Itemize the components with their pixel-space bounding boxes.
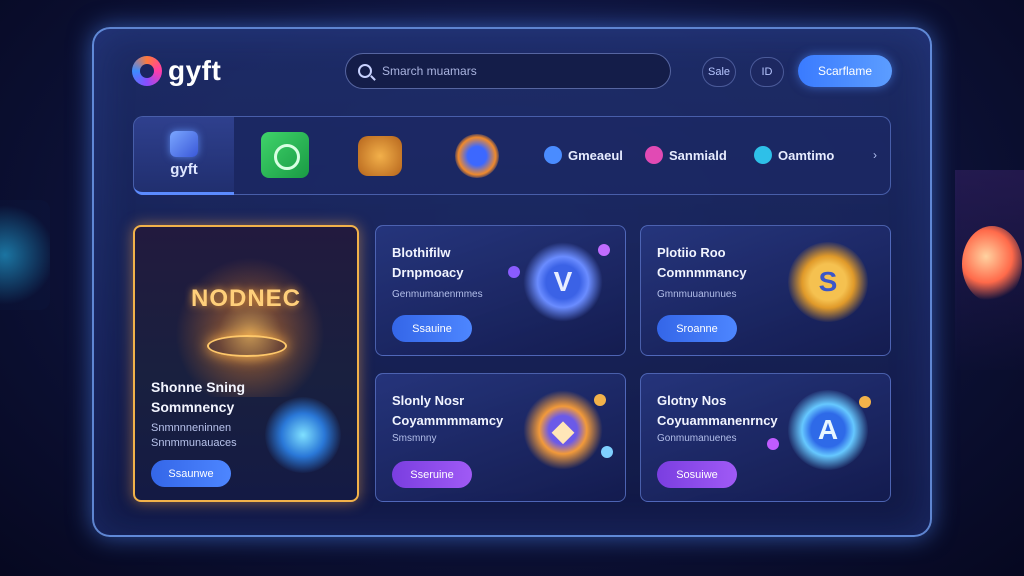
gift-card-2[interactable]: Plotiio Roo Comnmmancy Gmnmuuanunues Sro… (640, 225, 891, 356)
brand-dot-icon (754, 146, 772, 164)
brand-tab-label: gyft (170, 161, 198, 178)
brand-logo-blue[interactable] (455, 134, 499, 178)
logo-text: gyft (168, 55, 222, 86)
brand-item-label: Sanmiald (669, 147, 727, 163)
chevron-right-icon[interactable]: › (873, 148, 877, 162)
featured-button[interactable]: Ssaunwe (151, 460, 231, 487)
card-title-line: Comnmmancy (657, 265, 747, 280)
sparkle-icon (601, 446, 613, 458)
card-title: Plotiio Roo Comnmmancy (657, 243, 747, 283)
search-icon (358, 64, 372, 78)
brand-item-label: Oamtimo (778, 147, 835, 163)
gift-icon (170, 131, 198, 157)
card-title-line: Plotiio Roo (657, 245, 726, 260)
featured-sub-line: Snmnnneninnen (151, 422, 232, 434)
card-emblem-icon: A (788, 390, 868, 470)
card-subtitle: Smsmnny (392, 433, 437, 444)
background-orb (962, 226, 1022, 302)
gift-card-4[interactable]: Glotny Nos Coyuammanenrncy Gonmumanuenes… (640, 373, 891, 502)
search-input[interactable] (382, 64, 642, 78)
brand-item-1[interactable]: Gmeaeul (544, 146, 623, 164)
card-title-line: Blothifilw (392, 245, 451, 260)
sparkle-icon (767, 438, 779, 450)
brand-logo-gold[interactable] (358, 136, 402, 176)
featured-title-line: Sommnency (151, 399, 235, 415)
brand-tab-gyft[interactable]: gyft (134, 117, 234, 195)
coin-icon (859, 396, 871, 408)
background-glow (0, 200, 50, 310)
logo-icon (132, 56, 162, 86)
search-bar[interactable] (345, 53, 671, 89)
hero-title: NODNEC (190, 285, 301, 312)
gift-card-3[interactable]: Slonly Nosr Coyammmmamcy Smsmnny Sseruin… (375, 373, 626, 502)
logo[interactable]: gyft (132, 55, 221, 87)
orb-illustration (265, 397, 341, 473)
card-emblem-icon: S (788, 242, 868, 322)
card-title: Slonly Nosr Coyammmmamcy (392, 391, 503, 431)
card-title-line: Slonly Nosr (392, 393, 465, 408)
brand-item-3[interactable]: Oamtimo (754, 146, 834, 164)
card-button[interactable]: Sosuiwe (657, 461, 737, 488)
featured-subtitle: Snmnnneninnen Snnmmunauaces (151, 421, 237, 451)
card-button[interactable]: Sroanne (657, 315, 737, 342)
card-subtitle: Genmumanenmmes (392, 289, 483, 300)
brand-item-2[interactable]: Sanmiald (645, 146, 727, 164)
hero-glow (175, 257, 325, 397)
sparkle-icon (508, 266, 520, 278)
brand-item-label: Gmeaeul (568, 147, 623, 163)
card-button[interactable]: Ssauine (392, 315, 472, 342)
card-subtitle: Gmnmuuanunues (657, 289, 737, 300)
header-chip-sale[interactable]: Sale (702, 57, 736, 87)
coin-icon (594, 394, 606, 406)
gift-card-1[interactable]: Blothifilw Drnpmoacy Genmumanenmmes Ssau… (375, 225, 626, 356)
sparkle-icon (598, 244, 610, 256)
card-title-line: Coyammmmamcy (392, 413, 504, 428)
card-emblem-icon: ◆ (523, 390, 603, 470)
featured-sub-line: Snnmmunauaces (151, 437, 237, 449)
card-title-line: Drnpmoacy (392, 265, 464, 280)
brand-logo-green[interactable] (261, 132, 309, 178)
card-title-line: Glotny Nos (657, 393, 727, 408)
featured-title-line: Shonne Sning (151, 379, 246, 395)
card-title: Glotny Nos Coyuammanenrncy (657, 391, 778, 431)
header-chip-id[interactable]: ID (750, 57, 784, 87)
card-emblem-icon: V (523, 242, 603, 322)
card-subtitle: Gonmumanuenes (657, 433, 737, 444)
hero-portal-ring (207, 335, 287, 357)
header-cta-button[interactable]: Scarflame (798, 55, 892, 87)
card-title-line: Coyuammanenrncy (657, 413, 778, 428)
brand-dot-icon (645, 146, 663, 164)
card-button[interactable]: Sseruine (392, 461, 472, 488)
brand-dot-icon (544, 146, 562, 164)
featured-title: Shonne Sning Sommnency (151, 377, 245, 417)
card-title: Blothifilw Drnpmoacy (392, 243, 464, 283)
featured-card[interactable]: NODNEC Shonne Sning Sommnency Snmnnnenin… (133, 225, 359, 502)
